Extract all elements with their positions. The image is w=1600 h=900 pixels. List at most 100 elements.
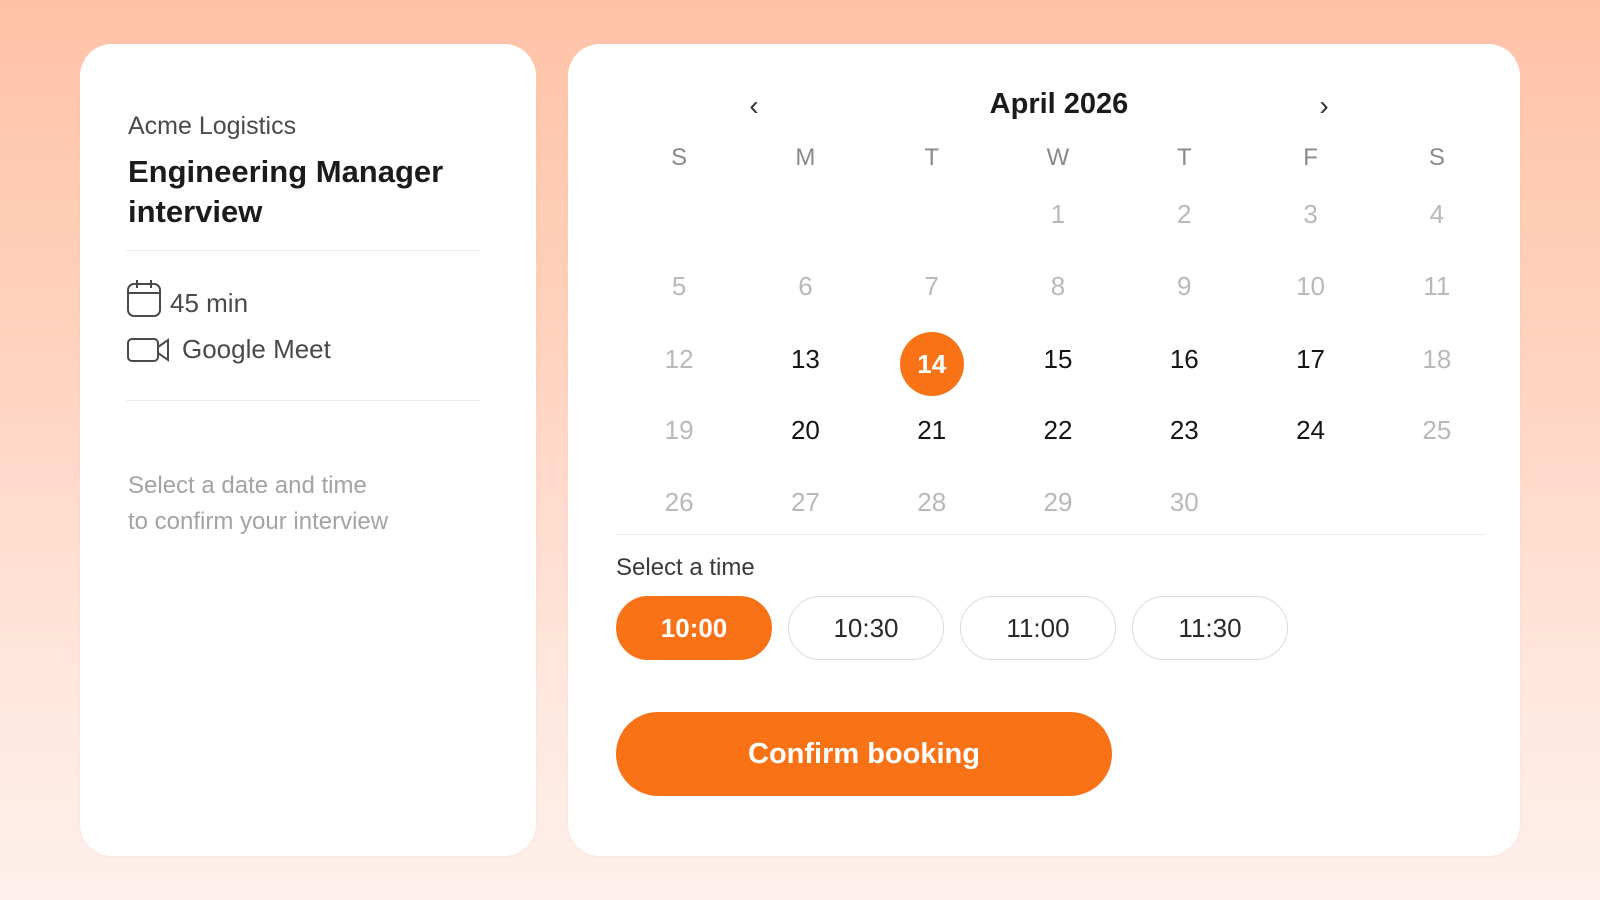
day-number: 5 [671, 270, 687, 301]
calendar-weeks: 1 2 3 4 5 6 7 8 9 10 11 12 13 14 15 16 17 18 19 20 21 22 23 24 2… [616, 178, 1500, 538]
day-number: 8 [1050, 270, 1066, 301]
video-camera-icon [126, 336, 170, 364]
next-month-button[interactable]: › [1310, 90, 1338, 121]
unavailable-day: 11 [1374, 271, 1500, 302]
weekday-label: W [1046, 144, 1070, 171]
unavailable-day: 19 [616, 415, 742, 446]
instruction-line: to confirm your interview [128, 508, 389, 535]
instruction-line: Select a date and time [128, 472, 367, 499]
weekday-label: T [1176, 144, 1192, 171]
day-number: 17 [1296, 343, 1326, 374]
unavailable-day: 28 [869, 487, 995, 518]
confirm-booking-button[interactable]: Confirm booking [616, 712, 1112, 796]
available-day[interactable]: 17 [1247, 344, 1373, 375]
day-number: 16 [1169, 343, 1199, 374]
available-day[interactable]: 15 [995, 344, 1121, 375]
day-number: 14 [899, 332, 964, 396]
weekday-label: M [795, 144, 816, 171]
event-title: Engineering Manager interview [128, 154, 444, 229]
booking-panel: ‹ April 2026 › SMTWTFS 1 2 3 4 5 6 7 8 9 10 11 12 13… [568, 44, 1520, 856]
available-day[interactable]: 23 [1121, 415, 1247, 446]
event-summary-panel: Acme Logistics Engineering Manager inter… [80, 44, 536, 856]
calendar-week-row: 26 27 28 29 30 [616, 466, 1500, 538]
divider [126, 250, 480, 251]
available-day[interactable]: 22 [995, 415, 1121, 446]
selected-day[interactable]: 14 [869, 322, 995, 396]
unavailable-day: 25 [1374, 415, 1500, 446]
day-number: 21 [917, 414, 947, 445]
unavailable-day: 5 [616, 271, 742, 302]
calendar-week-row: 12 13 14 15 16 17 18 [616, 322, 1500, 396]
day-number: 20 [790, 414, 820, 445]
day-number: 29 [1043, 486, 1073, 517]
available-day[interactable]: 24 [1247, 415, 1373, 446]
calendar-week-row: 1 2 3 4 [616, 178, 1500, 250]
day-number: 12 [664, 343, 694, 374]
calendar-week-row: 5 6 7 8 9 10 11 [616, 250, 1500, 322]
unavailable-day: 3 [1247, 199, 1373, 230]
calendar-week-row: 19 20 21 22 23 24 25 [616, 394, 1500, 466]
time-slot[interactable]: 11:30 [1132, 596, 1288, 660]
time-slot-selected[interactable]: 10:00 [616, 596, 772, 660]
day-number: 11 [1423, 270, 1451, 301]
unavailable-day: 8 [995, 271, 1121, 302]
weekday-header: SMTWTFS [616, 138, 1500, 178]
divider [616, 534, 1486, 535]
day-number: 15 [1043, 343, 1073, 374]
day-number: 13 [790, 343, 820, 374]
available-day[interactable]: 20 [742, 415, 868, 446]
available-day[interactable]: 13 [742, 344, 868, 375]
day-number: 18 [1422, 343, 1452, 374]
duration-row: 45 min [126, 276, 248, 319]
day-number: 4 [1429, 198, 1445, 229]
time-section-label: Select a time [616, 554, 755, 581]
weekday-label: S [671, 144, 688, 171]
unavailable-day: 26 [616, 487, 742, 518]
unavailable-day: 12 [616, 344, 742, 375]
day-number: 26 [664, 486, 694, 517]
day-number: 2 [1177, 198, 1192, 229]
unavailable-day: 10 [1247, 271, 1373, 302]
time-slot[interactable]: 11:00 [960, 596, 1116, 660]
unavailable-day: 4 [1374, 199, 1500, 230]
available-day[interactable]: 21 [869, 415, 995, 446]
unavailable-day: 9 [1121, 271, 1247, 302]
day-number: 30 [1169, 486, 1199, 517]
unavailable-day: 1 [995, 199, 1121, 230]
duration-text: 45 min [170, 288, 249, 318]
chevron-right-icon: › [1319, 90, 1329, 121]
unavailable-day: 7 [869, 271, 995, 302]
unavailable-day: 2 [1121, 199, 1247, 230]
unavailable-day: 18 [1374, 344, 1500, 375]
calendar-icon [126, 278, 162, 318]
day-number: 27 [790, 486, 820, 517]
weekday-label: S [1428, 144, 1445, 171]
company-name: Acme Logistics [128, 112, 297, 140]
day-number: 23 [1169, 414, 1199, 445]
location-text: Google Meet [182, 334, 331, 364]
day-number: 1 [1050, 198, 1066, 229]
unavailable-day: 27 [742, 487, 868, 518]
day-number: 25 [1422, 414, 1452, 445]
unavailable-day: 30 [1121, 487, 1247, 518]
day-number: 28 [917, 486, 947, 517]
time-slot[interactable]: 10:30 [788, 596, 944, 660]
day-number: 3 [1303, 198, 1318, 229]
day-number: 6 [798, 270, 813, 301]
time-slot-list: 10:00 10:30 11:00 11:30 [616, 596, 1288, 660]
day-number: 9 [1177, 270, 1192, 301]
unavailable-day: 29 [995, 487, 1121, 518]
day-number: 24 [1296, 414, 1326, 445]
weekday-label: F [1303, 144, 1318, 171]
day-number: 7 [924, 270, 939, 301]
day-number: 10 [1296, 270, 1326, 301]
month-label: April 2026 [989, 88, 1129, 120]
available-day[interactable]: 16 [1121, 344, 1247, 375]
instruction-text: Select a date and time to confirm your i… [128, 468, 468, 540]
day-number: 22 [1043, 414, 1073, 445]
unavailable-day: 6 [742, 271, 868, 302]
day-number: 19 [664, 414, 694, 445]
weekday-label: T [924, 144, 940, 171]
calendar-grid: SMTWTFS 1 2 3 4 5 6 7 8 9 10 11 12 13 14 15 16 17 18 19 20 2… [616, 138, 1500, 538]
divider [126, 400, 480, 401]
